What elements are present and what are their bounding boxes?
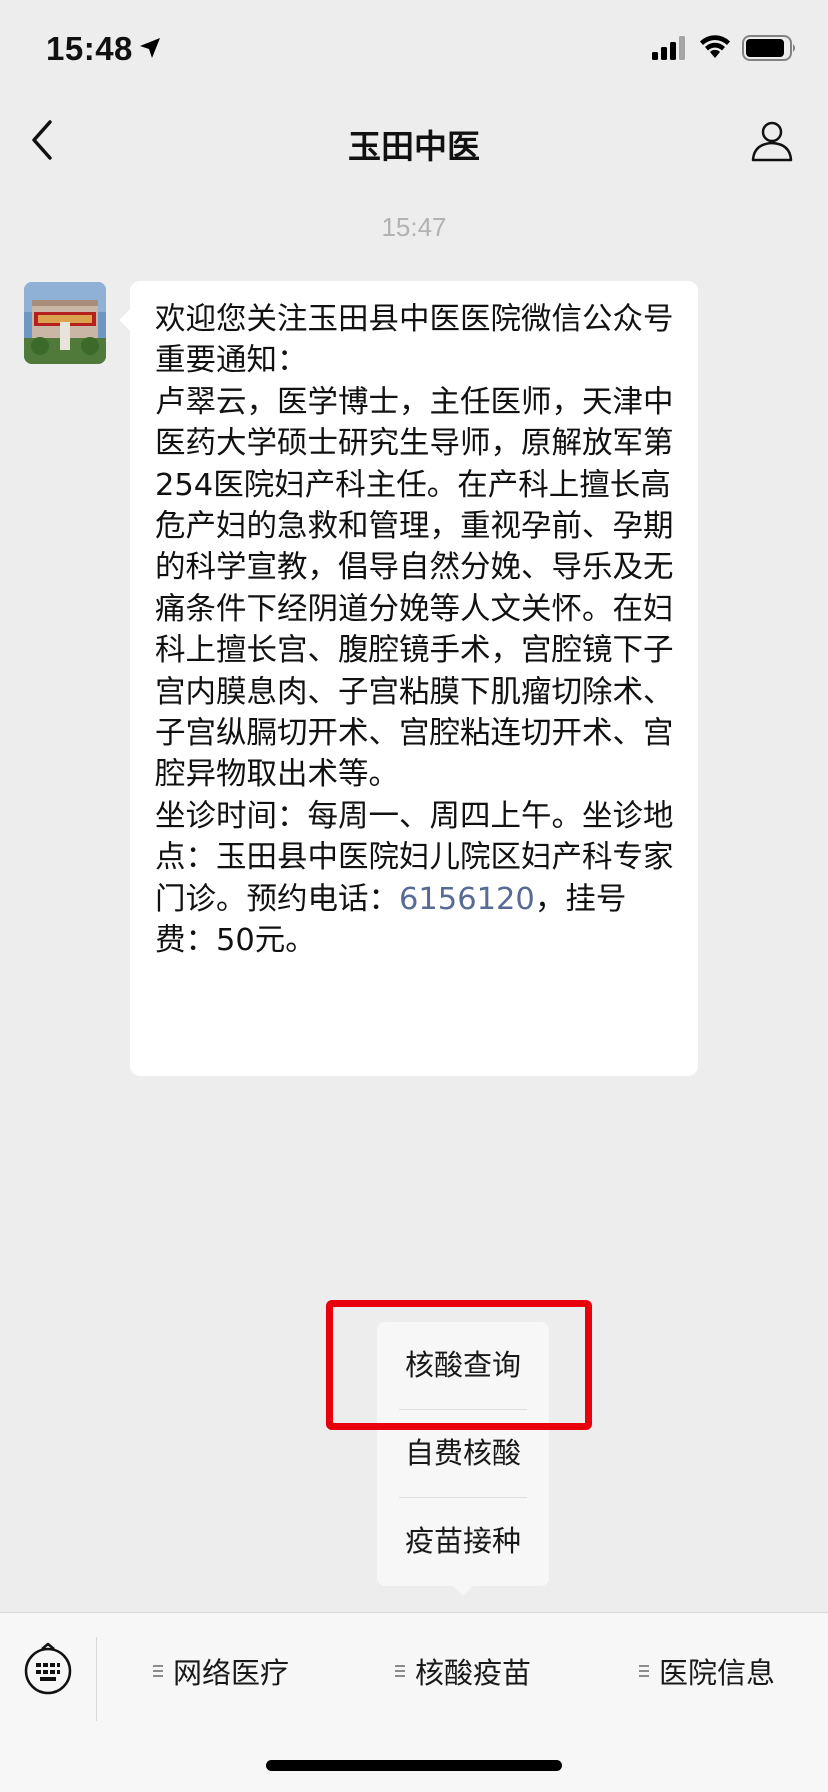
tab-nucleic-acid-vaccine[interactable]: 核酸疫苗 [342,1643,584,1699]
location-arrow-icon [140,38,160,58]
phone-link[interactable]: 6156120 [399,882,535,917]
battery-icon [742,35,795,61]
cellular-signal-icon [652,36,685,60]
chat-screen: 15:48 玉田中医 15:47 欢迎您关注玉田县中医医院微信公众号 重要通知：… [0,0,828,1792]
tab-network-medical[interactable]: 网络医疗 [100,1643,342,1699]
tab-label: 网络医疗 [172,1656,289,1690]
menu-lines-icon [152,1665,163,1677]
wifi-icon [700,35,730,58]
status-time: 15:48 [46,30,133,67]
nav-bar: 玉田中医 [0,96,828,186]
menu-lines-icon [394,1665,405,1677]
keyboard-icon[interactable] [22,1641,74,1697]
home-indicator[interactable] [266,1760,562,1771]
tab-label: 核酸疫苗 [414,1656,531,1690]
highlight-box-submenu [326,1300,592,1430]
menu-separator [96,1637,97,1721]
message-body: 欢迎您关注玉田县中医医院微信公众号 重要通知： 卢翠云，医学博士，主任医师，天津… [155,302,674,917]
person-icon[interactable] [750,118,794,162]
message-bubble: 欢迎您关注玉田县中医医院微信公众号 重要通知： 卢翠云，医学博士，主任医师，天津… [119,281,698,1076]
menu-lines-icon [638,1665,649,1677]
submenu-item-vaccination[interactable]: 疫苗接种 [377,1498,549,1584]
page-title: 玉田中医 [348,127,480,166]
tab-hospital-info[interactable]: 医院信息 [586,1643,828,1699]
message-text: 欢迎您关注玉田县中医医院微信公众号 重要通知： 卢翠云，医学博士，主任医师，天津… [155,299,679,962]
status-bar: 15:48 [0,0,828,96]
avatar[interactable] [24,282,106,364]
tab-label: 医院信息 [658,1656,775,1690]
hospital-avatar-image [24,282,106,364]
message-timestamp: 15:47 [381,212,447,242]
